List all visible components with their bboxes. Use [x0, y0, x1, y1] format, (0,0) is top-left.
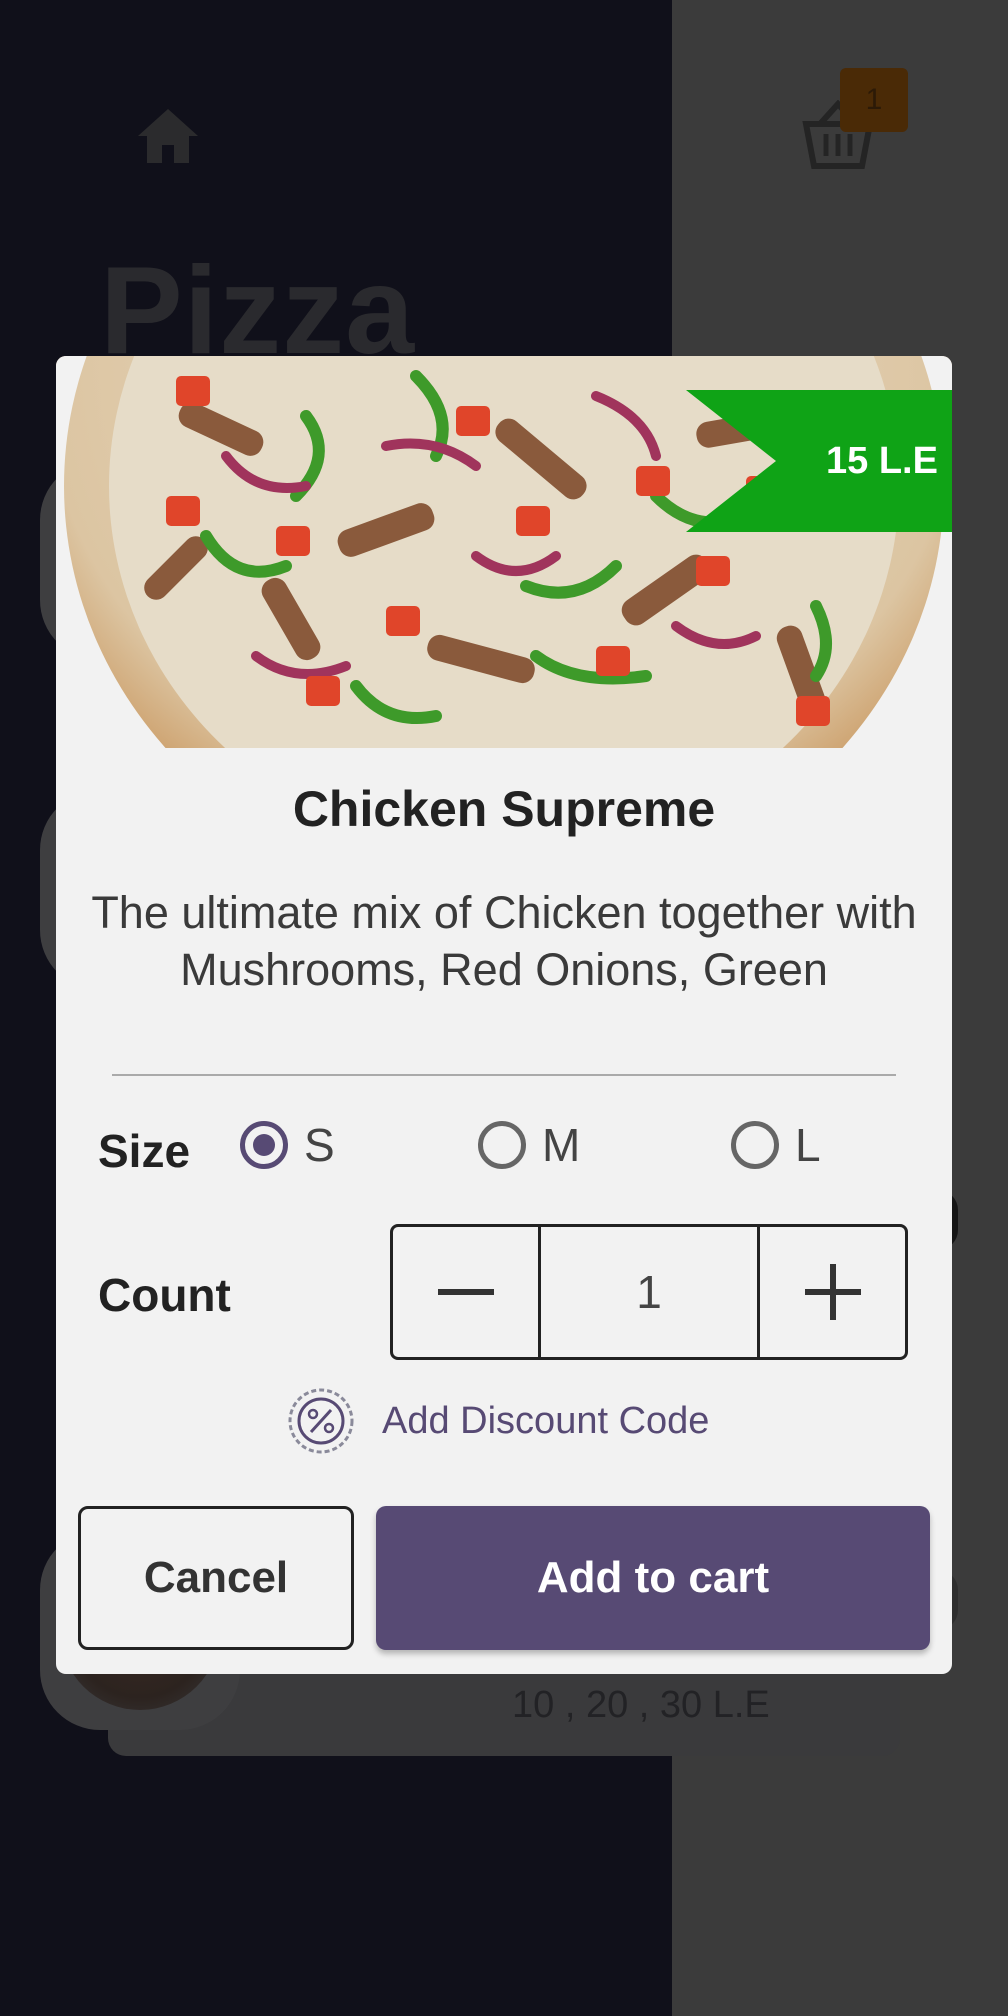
home-icon[interactable]: [132, 100, 204, 172]
increment-button[interactable]: [757, 1227, 905, 1357]
size-label: Size: [98, 1125, 191, 1177]
product-description: The ultimate mix of Chicken together wit…: [91, 887, 917, 1004]
size-option-label: M: [542, 1119, 581, 1171]
size-option-label: L: [795, 1119, 821, 1171]
size-option-m[interactable]: M: [478, 1118, 580, 1172]
decrement-button[interactable]: [393, 1227, 541, 1357]
add-to-cart-button[interactable]: Add to cart: [376, 1506, 930, 1650]
plus-icon: [804, 1264, 861, 1320]
size-option-l[interactable]: L: [731, 1118, 821, 1172]
price-badge: 15 L.E: [826, 439, 938, 482]
discount-link-label: Add Discount Code: [382, 1399, 710, 1442]
size-option-label: S: [304, 1119, 335, 1171]
add-to-cart-dialog: 15 L.E Chicken Supreme The ultimate mix …: [56, 356, 952, 1674]
percent-badge-icon: [288, 1388, 354, 1454]
size-option-s[interactable]: S: [240, 1118, 335, 1172]
add-discount-code-link[interactable]: Add Discount Code: [286, 1386, 709, 1456]
quantity-stepper: 1: [390, 1224, 908, 1360]
minus-icon: [437, 1289, 494, 1295]
radio-button[interactable]: [478, 1121, 526, 1169]
cart-count-badge: 1: [840, 68, 908, 132]
quantity-value: 1: [636, 1266, 662, 1318]
radio-button[interactable]: [731, 1121, 779, 1169]
menu-item-price: 10 , 20 , 30 L.E: [512, 1684, 770, 1726]
product-title: Chicken Supreme: [292, 781, 716, 837]
count-label: Count: [98, 1269, 231, 1321]
radio-button[interactable]: [240, 1121, 288, 1169]
cancel-button[interactable]: Cancel: [78, 1506, 354, 1650]
divider: [112, 1074, 896, 1076]
